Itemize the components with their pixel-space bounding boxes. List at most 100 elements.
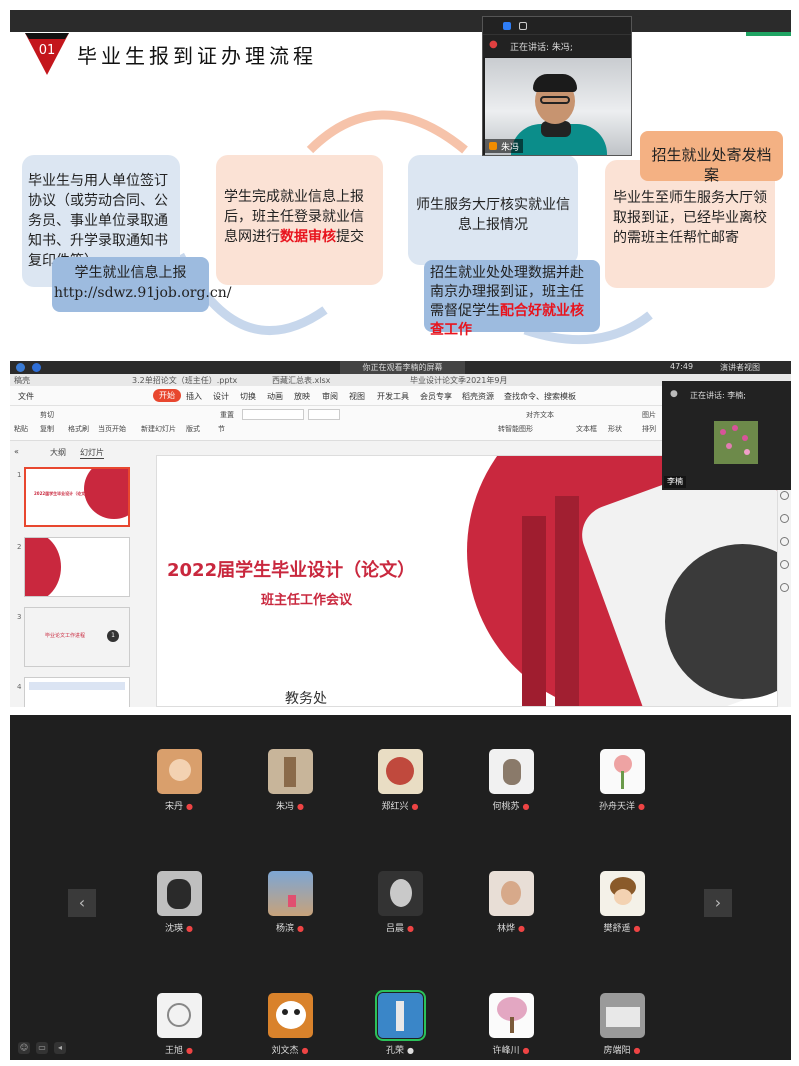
- section-button[interactable]: 节: [218, 424, 225, 434]
- layout-button[interactable]: 版式: [186, 424, 200, 434]
- tab-docer[interactable]: 稿壳: [14, 375, 30, 386]
- meeting-timer: 47:49: [670, 362, 694, 371]
- presenter-view-button[interactable]: 演讲者视图: [720, 362, 760, 373]
- slides-icon[interactable]: [780, 514, 789, 523]
- process-slide-panel: 01 毕业生报到证办理流程 毕业生与用人单位签订协议（或劳动合同、公务员、事业单…: [10, 10, 791, 355]
- menu-insert[interactable]: 插入: [186, 391, 202, 402]
- tab-slides[interactable]: 幻灯片: [80, 447, 104, 459]
- flower-avatar: [599, 749, 645, 794]
- participant-tile[interactable]: 孙舟天洋 ●: [592, 749, 652, 819]
- camera-icon[interactable]: [503, 21, 511, 30]
- menu-review[interactable]: 审阅: [322, 391, 338, 402]
- menu-home[interactable]: 开始: [153, 389, 181, 402]
- participant-tile[interactable]: 樊舒遥 ●: [592, 871, 652, 941]
- menu-view[interactable]: 视图: [349, 391, 365, 402]
- step2-box: 学生完成就业信息上报后，班主任登录就业信息网进行数据审核提交: [216, 155, 383, 285]
- participant-tile[interactable]: 许峰川 ●: [481, 993, 541, 1060]
- command-search[interactable]: 查找命令、搜索模板: [504, 391, 576, 402]
- align-text-button[interactable]: 对齐文本: [526, 410, 554, 420]
- next-page-button[interactable]: ›: [704, 889, 732, 917]
- tab-xlsx[interactable]: 西藏汇总表.xlsx: [272, 375, 330, 386]
- mic-icon: ●: [301, 1046, 309, 1055]
- mic-icon: ●: [633, 1046, 641, 1055]
- collapse-icon[interactable]: ◂: [54, 1042, 66, 1054]
- participant-tile[interactable]: 吕晨 ●: [370, 871, 430, 941]
- slide-subtitle[interactable]: 班主任工作会议: [261, 589, 352, 608]
- sidebar-tabs: « 大纲 幻灯片: [10, 445, 138, 459]
- cartoon-avatar: [599, 871, 645, 916]
- collapse-sidebar-icon[interactable]: «: [14, 447, 19, 456]
- menu-slideshow[interactable]: 放映: [294, 391, 310, 402]
- menu-design[interactable]: 设计: [213, 391, 229, 402]
- gallery-toolbar: ☺ ▭ ◂: [18, 1042, 66, 1056]
- slide-canvas[interactable]: 2022届学生毕业设计（论文） 班主任工作会议 教务处: [156, 455, 778, 707]
- menu-docer-resources[interactable]: 稻壳资源: [462, 391, 494, 402]
- font-size-select[interactable]: [308, 409, 340, 420]
- photo-avatar: [374, 990, 426, 1041]
- format-painter-button[interactable]: 格式刷: [68, 424, 89, 434]
- slide-thumb-1[interactable]: 2022届学生毕业设计（论文）: [24, 467, 130, 527]
- presenter-video-window[interactable]: ● 正在讲话: 李楠; 李楠: [662, 381, 791, 490]
- menu-developer[interactable]: 开发工具: [377, 391, 409, 402]
- share-notice: 你正在观看李楠的屏幕: [340, 361, 465, 374]
- mic-icon: ●: [407, 1046, 414, 1055]
- mic-icon: ●: [670, 389, 678, 399]
- menu-transitions[interactable]: 切换: [240, 391, 256, 402]
- mic-icon: ●: [297, 924, 304, 933]
- mic-icon: ●: [186, 924, 193, 933]
- new-slide-button[interactable]: 新建幻灯片: [141, 424, 176, 434]
- smartart-button[interactable]: 转智能图形: [498, 424, 533, 434]
- slide-title: 毕业生报到证办理流程: [77, 44, 317, 68]
- slide-thumb-3[interactable]: 毕业论文工作进程 1: [24, 607, 130, 667]
- shield-icon: [32, 363, 41, 372]
- layout-icon[interactable]: [519, 21, 527, 30]
- tab-outline[interactable]: 大纲: [50, 447, 66, 458]
- chat-icon[interactable]: ▭: [36, 1042, 48, 1054]
- slide-thumb-4[interactable]: [24, 677, 130, 707]
- reset-button[interactable]: 重置: [220, 410, 234, 420]
- picture-button[interactable]: 图片: [642, 410, 656, 420]
- tab-pptx[interactable]: 3.2单招论文（班主任）.pptx: [132, 375, 237, 386]
- play-from-current-button[interactable]: 当页开始: [98, 424, 126, 434]
- participant-tile[interactable]: 沈瑛 ●: [149, 871, 209, 941]
- previous-page-button[interactable]: ‹: [68, 889, 96, 917]
- arrange-button[interactable]: 排列: [642, 424, 656, 434]
- presentation-editor-panel: 你正在观看李楠的屏幕 47:49 演讲者视图 稿壳 3.2单招论文（班主任）.p…: [10, 361, 791, 707]
- textbox-button[interactable]: 文本框: [576, 424, 597, 434]
- mic-icon: ●: [186, 802, 193, 811]
- participant-tile[interactable]: 郑红兴 ●: [370, 749, 430, 819]
- menu-member[interactable]: 会员专享: [420, 391, 452, 402]
- mic-icon: ●: [186, 1046, 193, 1055]
- info-icon[interactable]: [16, 363, 25, 372]
- menu-animations[interactable]: 动画: [267, 391, 283, 402]
- menu-file[interactable]: 文件: [18, 391, 34, 402]
- participant-tile[interactable]: 房端阳 ●: [592, 993, 652, 1060]
- font-name-select[interactable]: [242, 409, 304, 420]
- paste-button[interactable]: 粘贴: [14, 424, 28, 434]
- copy-button[interactable]: 复制: [40, 424, 54, 434]
- participant-tile[interactable]: 杨滨 ●: [260, 871, 320, 941]
- svg-text:01: 01: [39, 43, 56, 58]
- speaker-video-window[interactable]: ● 正在讲话: 朱冯; 朱冯: [482, 16, 632, 156]
- slide-main-title[interactable]: 2022届学生毕业设计（论文）: [167, 556, 415, 582]
- tab-doc[interactable]: 毕业设计论文季2021年9月: [410, 375, 507, 386]
- slide-department[interactable]: 教务处: [285, 688, 327, 706]
- settings-icon[interactable]: [780, 560, 789, 569]
- participant-tile[interactable]: 林烨 ●: [481, 871, 541, 941]
- participant-tile[interactable]: 刘文杰 ●: [260, 993, 320, 1060]
- photo-avatar: [377, 871, 423, 916]
- cut-button[interactable]: 剪切: [40, 410, 54, 420]
- host-icon: [489, 142, 497, 150]
- location-icon[interactable]: [780, 583, 789, 592]
- participant-tile[interactable]: 宋丹 ●: [149, 749, 209, 819]
- shape-button[interactable]: 形状: [608, 424, 622, 434]
- slide-thumb-2[interactable]: [24, 537, 130, 597]
- pin-icon[interactable]: [780, 491, 789, 500]
- video-toolbar: [483, 17, 631, 35]
- participant-tile[interactable]: 朱冯 ●: [260, 749, 320, 819]
- participant-tile[interactable]: 何桃苏 ●: [481, 749, 541, 819]
- emoji-icon[interactable]: ☺: [18, 1042, 30, 1054]
- help-icon[interactable]: [780, 537, 789, 546]
- participant-tile[interactable]: 王旭 ●: [149, 993, 209, 1060]
- participant-tile[interactable]: 孔荣 ●: [370, 990, 430, 1060]
